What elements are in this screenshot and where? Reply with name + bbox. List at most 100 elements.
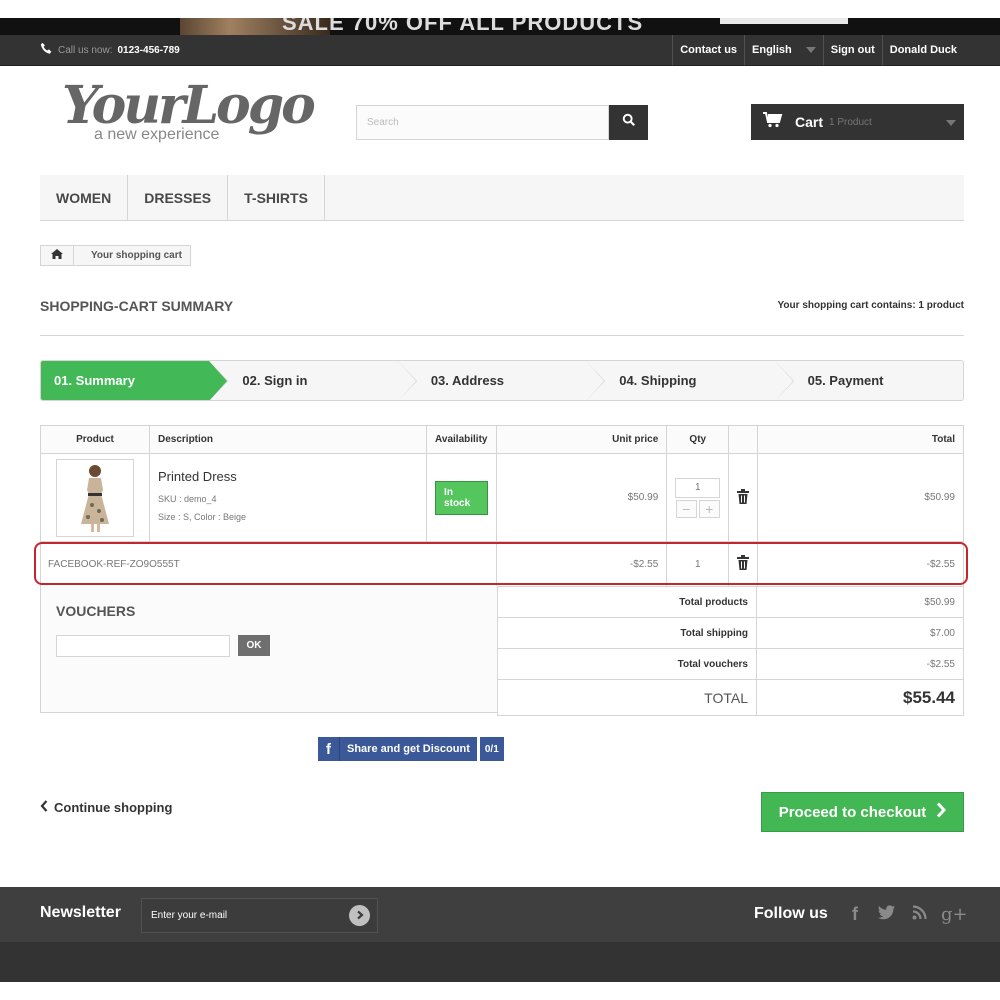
grand-total-row: TOTAL $55.44	[497, 679, 964, 716]
arrow-right-icon	[355, 907, 365, 925]
delete-product-button[interactable]	[737, 488, 750, 507]
cart-label: Cart	[795, 114, 824, 130]
facebook-icon[interactable]: f	[845, 904, 865, 925]
table-header-row: Product Description Availability Unit pr…	[40, 425, 964, 454]
chevron-down-icon	[805, 47, 816, 53]
share-count: 0/1	[479, 737, 504, 761]
bottom-strip	[0, 982, 1000, 1000]
main-menu: WOMEN DRESSES T-SHIRTS	[40, 175, 964, 221]
heading-divider	[40, 335, 964, 336]
newsletter-email-input[interactable]: Enter your e-mail	[141, 898, 378, 933]
product-description-cell: Printed Dress SKU : demo_4 Size : S, Col…	[148, 453, 428, 542]
breadcrumb: Your shopping cart	[40, 245, 191, 266]
contact-us-link[interactable]: Contact us	[672, 35, 744, 65]
step-label: 02. Sign in	[242, 373, 308, 388]
checkout-label: Proceed to checkout	[778, 803, 927, 821]
rss-icon[interactable]	[909, 904, 929, 925]
social-links: f g+	[845, 904, 968, 925]
promo-text: SALE 70% OFF ALL PRODUCTS	[282, 18, 644, 35]
trash-icon	[737, 488, 750, 507]
step-label: 01. Summary	[54, 373, 135, 388]
home-icon	[51, 249, 63, 262]
account-link[interactable]: Donald Duck	[881, 35, 964, 65]
product-image-cell	[40, 453, 150, 542]
col-product: Product	[40, 425, 150, 454]
facebook-share-button[interactable]: f Share and get Discount	[318, 737, 477, 761]
breadcrumb-current: Your shopping cart	[91, 250, 182, 261]
logo-tagline: a new experience	[94, 126, 220, 143]
facebook-share: f Share and get Discount 0/1	[318, 737, 504, 761]
product-thumbnail[interactable]	[56, 458, 134, 537]
twitter-icon[interactable]	[877, 904, 897, 925]
unit-price-cell: $50.99	[496, 453, 668, 542]
step-label: 04. Shipping	[619, 373, 697, 388]
step-address: 03. Address	[398, 361, 606, 400]
google-plus-icon[interactable]: g+	[941, 904, 968, 925]
language-selector[interactable]: English	[744, 35, 823, 65]
chevron-down-icon	[946, 120, 956, 126]
footer-bottom	[0, 942, 1000, 982]
top-bar: Call us now: 0123-456-789 Contact us Eng…	[0, 35, 1000, 66]
col-availability: Availability	[426, 425, 498, 454]
page-title: SHOPPING-CART SUMMARY	[40, 298, 234, 314]
grand-total-label: TOTAL	[497, 679, 757, 716]
chevron-right-icon	[936, 802, 947, 822]
phone-icon	[40, 42, 53, 58]
col-unit-price: Unit price	[496, 425, 668, 454]
continue-shopping-link[interactable]: Continue shopping	[40, 800, 172, 815]
menu-item-women[interactable]: WOMEN	[40, 175, 129, 220]
availability-cell: In stock	[426, 453, 498, 542]
dress-image	[81, 464, 109, 532]
continue-shopping-label: Continue shopping	[54, 800, 173, 815]
language-label: English	[752, 44, 792, 56]
total-shipping-label: Total shipping	[497, 617, 757, 649]
step-arrow-fill	[397, 361, 416, 400]
voucher-ok-button[interactable]: OK	[238, 635, 270, 656]
product-total-cell: $50.99	[757, 453, 964, 542]
call-prefix: Call us now:	[58, 44, 113, 56]
qty-decrease-button[interactable]: −	[675, 499, 697, 518]
grand-total-value: $55.44	[756, 679, 964, 716]
search-icon	[622, 113, 636, 132]
breadcrumb-home[interactable]	[41, 246, 74, 265]
qty-increase-button[interactable]: +	[698, 499, 720, 518]
site-logo[interactable]: YourLogo a new experience	[62, 75, 316, 150]
cart-icon	[763, 111, 783, 133]
total-shipping-value: $7.00	[756, 617, 964, 649]
cart-count: 1 Product	[829, 116, 872, 128]
cart-dropdown[interactable]: Cart 1 Product	[751, 104, 964, 140]
proceed-to-checkout-button[interactable]: Proceed to checkout	[761, 792, 964, 832]
step-summary: 01. Summary	[41, 361, 229, 400]
product-name[interactable]: Printed Dress	[158, 469, 418, 484]
search-input[interactable]: Search	[356, 105, 609, 140]
voucher-title: VOUCHERS	[56, 603, 136, 619]
sign-out-link[interactable]: Sign out	[822, 35, 882, 65]
step-shipping: 04. Shipping	[586, 361, 794, 400]
qty-cell: 1 − +	[666, 453, 730, 542]
chevron-left-icon	[40, 800, 48, 815]
quantity-input[interactable]: 1	[675, 477, 721, 498]
totals-row: Total shipping $7.00	[497, 617, 964, 649]
total-products-label: Total products	[497, 586, 757, 618]
logo-wordmark: YourLogo	[62, 75, 316, 136]
footer: Newsletter Enter your e-mail Follow us f…	[0, 887, 1000, 942]
product-sku: SKU : demo_4	[158, 494, 217, 504]
promo-button[interactable]	[720, 18, 848, 24]
step-arrow-fill	[774, 361, 793, 400]
totals-row: Total vouchers -$2.55	[497, 648, 964, 680]
totals-table: Total products $50.99 Total shipping $7.…	[497, 586, 964, 716]
voucher-code-input[interactable]	[56, 635, 230, 657]
menu-item-dresses[interactable]: DRESSES	[128, 175, 229, 220]
facebook-icon: f	[318, 737, 340, 761]
newsletter-submit-button[interactable]	[349, 905, 370, 926]
call-us: Call us now: 0123-456-789	[40, 42, 180, 58]
step-payment: 05. Payment	[775, 361, 963, 400]
search-button[interactable]	[609, 105, 648, 140]
promo-top-strip	[0, 0, 1000, 18]
promo-banner[interactable]: SALE 70% OFF ALL PRODUCTS	[0, 18, 1000, 35]
col-total: Total	[757, 425, 964, 454]
col-qty: Qty	[666, 425, 730, 454]
newsletter-title: Newsletter	[40, 904, 121, 921]
menu-item-tshirts[interactable]: T-SHIRTS	[228, 175, 325, 220]
step-sign-in: 02. Sign in	[209, 361, 417, 400]
